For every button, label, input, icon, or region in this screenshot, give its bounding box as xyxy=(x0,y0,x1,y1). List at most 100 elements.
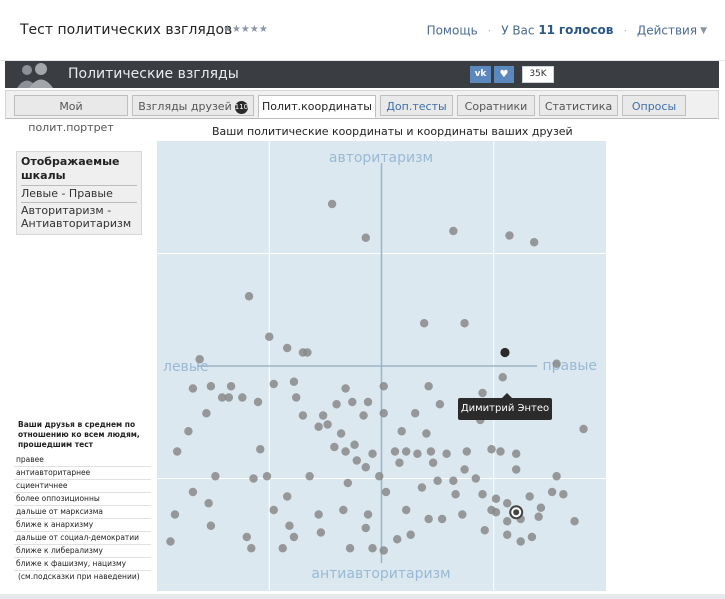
friend-point[interactable] xyxy=(188,384,198,393)
friend-point[interactable] xyxy=(283,343,292,353)
friend-point[interactable] xyxy=(536,503,546,512)
friend-point[interactable] xyxy=(244,292,254,301)
friend-point[interactable] xyxy=(350,440,359,449)
friend-point[interactable] xyxy=(289,377,299,386)
friend-point[interactable] xyxy=(527,532,537,542)
avg-item[interactable]: дальше от социал-демократии xyxy=(14,532,151,545)
friend-point[interactable] xyxy=(363,510,373,519)
friend-point[interactable] xyxy=(547,487,557,497)
tab-associates[interactable]: Соратники xyxy=(457,95,535,116)
friend-point[interactable] xyxy=(303,348,312,357)
help-link[interactable]: Помощь xyxy=(427,24,478,38)
friend-point[interactable] xyxy=(188,487,198,497)
friend-point[interactable] xyxy=(224,393,234,402)
tab-extra-tests[interactable]: Доп.тесты xyxy=(380,95,453,116)
friend-point[interactable] xyxy=(345,544,355,553)
scale-left-right[interactable]: Левые - Правые xyxy=(21,185,137,200)
friend-point[interactable] xyxy=(413,449,422,458)
friend-point[interactable] xyxy=(419,319,429,328)
friend-point[interactable] xyxy=(503,530,512,539)
friend-point[interactable] xyxy=(332,400,341,409)
friend-point[interactable] xyxy=(314,510,323,519)
friend-point[interactable] xyxy=(361,233,370,242)
friend-point[interactable] xyxy=(437,514,447,524)
avg-item[interactable]: ближе к фашизму, нацизму xyxy=(14,558,151,571)
friend-point[interactable] xyxy=(491,508,501,517)
avg-item[interactable]: правее xyxy=(14,454,151,467)
friend-point[interactable] xyxy=(327,199,337,209)
friend-point[interactable] xyxy=(170,510,180,519)
friend-point[interactable] xyxy=(401,447,411,456)
friend-point[interactable] xyxy=(401,505,411,515)
friend-point[interactable] xyxy=(278,544,287,553)
actions-menu[interactable]: Действия ▼ xyxy=(637,23,707,38)
avg-item[interactable]: антиавторитарнее xyxy=(14,467,151,480)
friend-point[interactable] xyxy=(417,483,427,492)
friend-point[interactable] xyxy=(314,422,323,431)
friend-point[interactable] xyxy=(379,546,388,555)
friend-point[interactable] xyxy=(552,359,561,368)
friend-point[interactable] xyxy=(262,472,272,481)
tab-my-portrait[interactable]: Мой полит.портрет xyxy=(14,95,128,134)
friend-point[interactable] xyxy=(428,458,438,467)
friend-point[interactable] xyxy=(348,397,357,407)
friend-point[interactable] xyxy=(206,382,216,391)
friend-point[interactable] xyxy=(410,409,420,418)
friend-point[interactable] xyxy=(269,505,278,515)
friend-point[interactable] xyxy=(525,492,534,501)
friend-point[interactable] xyxy=(341,384,350,393)
friend-point[interactable] xyxy=(462,447,472,456)
friend-point[interactable] xyxy=(202,409,211,418)
friend-point[interactable] xyxy=(318,411,328,420)
friend-point[interactable] xyxy=(424,382,433,391)
vk-share-button[interactable]: vk xyxy=(470,66,491,83)
friend-point[interactable] xyxy=(395,458,404,467)
friend-point[interactable] xyxy=(204,499,213,508)
friend-point[interactable] xyxy=(505,231,514,240)
friend-point[interactable] xyxy=(359,411,368,420)
friend-point[interactable] xyxy=(361,523,370,533)
friend-point[interactable] xyxy=(173,447,182,456)
friend-point[interactable] xyxy=(253,397,263,407)
friend-point[interactable] xyxy=(289,532,299,542)
friend-point[interactable] xyxy=(529,238,539,247)
friend-point[interactable] xyxy=(451,490,460,499)
friend-point[interactable] xyxy=(343,478,353,488)
friend-point[interactable] xyxy=(195,355,204,364)
friend-point[interactable] xyxy=(166,537,175,546)
friend-point[interactable] xyxy=(534,512,543,521)
highlighted-friend-point[interactable] xyxy=(500,347,510,358)
friend-point[interactable] xyxy=(406,530,415,539)
friend-point[interactable] xyxy=(316,528,326,537)
friend-point[interactable] xyxy=(480,526,489,535)
friend-point[interactable] xyxy=(460,465,469,474)
friend-point[interactable] xyxy=(242,532,251,542)
avg-item[interactable]: дальше от марксизма xyxy=(14,506,151,519)
friend-point[interactable] xyxy=(460,319,469,328)
bottom-scrollbar[interactable] xyxy=(0,594,725,599)
friend-point[interactable] xyxy=(435,400,445,409)
tab-statistics[interactable]: Статистика xyxy=(539,95,618,116)
friend-point[interactable] xyxy=(206,521,216,530)
friend-point[interactable] xyxy=(368,544,377,553)
friend-point[interactable] xyxy=(426,447,436,456)
friend-point[interactable] xyxy=(361,463,370,472)
friend-point[interactable] xyxy=(478,490,487,499)
friend-point[interactable] xyxy=(363,397,373,407)
friend-point[interactable] xyxy=(393,535,402,544)
friend-point[interactable] xyxy=(503,517,512,526)
avg-item[interactable]: сциентичнее xyxy=(14,480,151,493)
friend-point[interactable] xyxy=(422,429,431,438)
friend-point[interactable] xyxy=(487,445,496,454)
friend-point[interactable] xyxy=(491,494,501,503)
friend-point[interactable] xyxy=(498,373,507,382)
friend-point[interactable] xyxy=(256,445,265,454)
friend-point[interactable] xyxy=(305,472,314,481)
tab-polls[interactable]: Опросы xyxy=(622,95,686,116)
tab-political-coordinates[interactable]: Полит.координаты xyxy=(258,95,376,118)
friend-point[interactable] xyxy=(265,332,274,341)
friend-point[interactable] xyxy=(375,472,384,481)
friend-point[interactable] xyxy=(478,388,487,398)
friend-point[interactable] xyxy=(184,427,193,436)
friend-point[interactable] xyxy=(298,411,308,420)
